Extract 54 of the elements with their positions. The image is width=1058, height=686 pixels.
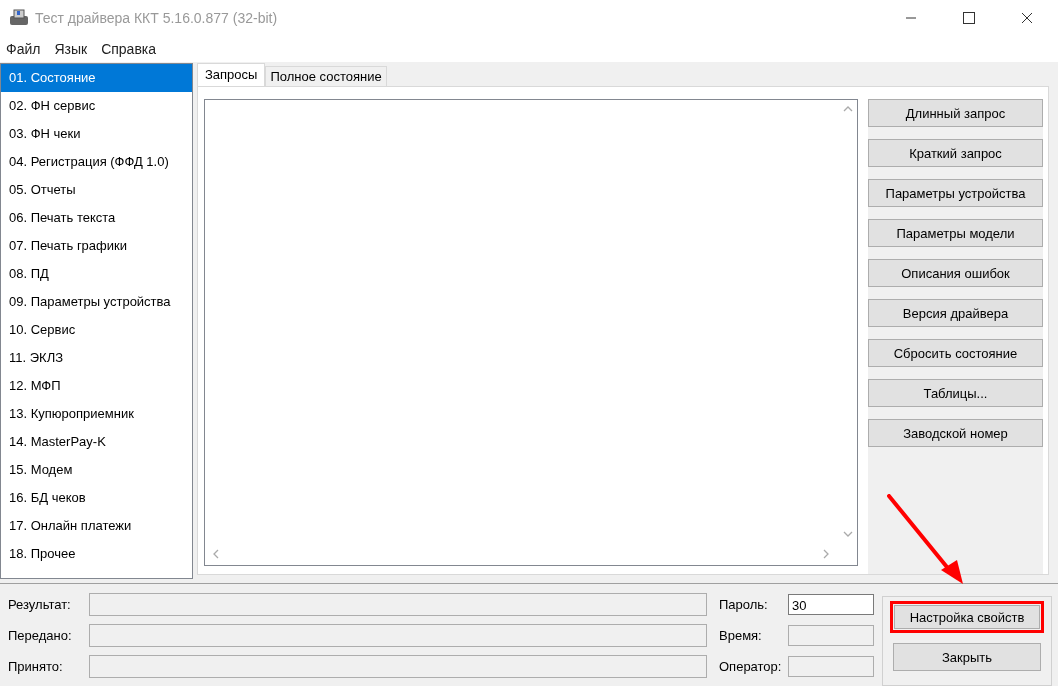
section-item[interactable]: 10. Сервис	[1, 316, 192, 344]
section-item[interactable]: 17. Онлайн платежи	[1, 512, 192, 540]
field-label: Принято:	[8, 659, 64, 674]
section-item[interactable]: 12. МФП	[1, 372, 192, 400]
field-label: Результат:	[8, 597, 72, 612]
action-button[interactable]: Таблицы...	[868, 379, 1043, 407]
field-label: Пароль:	[719, 597, 769, 612]
scroll-down-icon[interactable]	[843, 531, 853, 537]
section-item[interactable]: 15. Модем	[1, 456, 192, 484]
section-item[interactable]: 01. Состояние	[1, 64, 192, 92]
section-item[interactable]: 08. ПД	[1, 260, 192, 288]
input-field[interactable]	[788, 656, 874, 677]
action-button[interactable]: Длинный запрос	[868, 99, 1043, 127]
window-title: Тест драйвера ККТ 5.16.0.877 (32-bit)	[35, 10, 278, 26]
section-item[interactable]: 16. БД чеков	[1, 484, 192, 512]
scroll-left-icon[interactable]	[213, 549, 219, 559]
section-item[interactable]: 03. ФН чеки	[1, 120, 192, 148]
input-field[interactable]	[89, 624, 707, 647]
section-item[interactable]: 13. Купюроприемник	[1, 400, 192, 428]
section-item[interactable]: 14. MasterPay-K	[1, 428, 192, 456]
section-item[interactable]: 04. Регистрация (ФФД 1.0)	[1, 148, 192, 176]
tab[interactable]: Запросы	[197, 63, 266, 86]
tab[interactable]: Полное состояние	[265, 66, 387, 86]
printer-icon	[9, 9, 29, 27]
section-item[interactable]: 18. Прочее	[1, 540, 192, 568]
section-item[interactable]: 07. Печать графики	[1, 232, 192, 260]
action-button[interactable]: Параметры модели	[868, 219, 1043, 247]
action-button[interactable]: Параметры устройства	[868, 179, 1043, 207]
section-item[interactable]: 09. Параметры устройства	[1, 288, 192, 316]
section-item[interactable]: 11. ЭКЛЗ	[1, 344, 192, 372]
menu-item[interactable]: Файл	[6, 41, 41, 57]
action-button[interactable]: Версия драйвера	[868, 299, 1043, 327]
section-item[interactable]: 05. Отчеты	[1, 176, 192, 204]
input-field[interactable]: 30	[788, 594, 874, 615]
close-icon[interactable]	[1021, 12, 1033, 24]
field-label: Оператор:	[719, 659, 783, 674]
section-item[interactable]: 06. Печать текста	[1, 204, 192, 232]
input-field[interactable]	[89, 593, 707, 616]
action-button[interactable]: Сбросить состояние	[868, 339, 1043, 367]
maximize-icon[interactable]	[963, 12, 975, 24]
action-button[interactable]: Заводской номер	[868, 419, 1043, 447]
menu-item[interactable]: Справка	[101, 41, 157, 57]
action-button[interactable]: Краткий запрос	[868, 139, 1043, 167]
input-field[interactable]	[788, 625, 874, 646]
dialog-button[interactable]: Настройка свойств	[890, 601, 1044, 633]
field-label: Передано:	[8, 628, 73, 643]
menu-item[interactable]: Язык	[54, 41, 88, 57]
section-item[interactable]: 02. ФН сервис	[1, 92, 192, 120]
scroll-right-icon[interactable]	[823, 549, 829, 559]
field-label: Время:	[719, 628, 763, 643]
input-field[interactable]	[89, 655, 707, 678]
scroll-up-icon[interactable]	[843, 106, 853, 112]
action-button[interactable]: Описания ошибок	[868, 259, 1043, 287]
dialog-button[interactable]: Закрыть	[893, 643, 1041, 671]
